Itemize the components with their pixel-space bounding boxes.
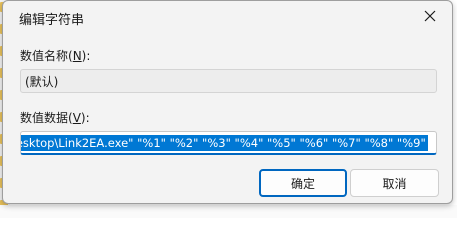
value-data-input[interactable]: Desktop\Link2EA.exe" "%1" "%2" "%3" "%4"… bbox=[20, 131, 437, 155]
value-name-label: 数值名称(N): bbox=[20, 49, 91, 63]
edit-string-dialog: 编辑字符串 数值名称(N): (默认) 数值数据(V): Desktop\Lin… bbox=[2, 0, 453, 204]
value-data-label: 数值数据(V): bbox=[20, 111, 90, 125]
value-name-text: (默认) bbox=[25, 74, 59, 89]
background-window-bottom bbox=[0, 205, 457, 218]
close-button[interactable] bbox=[418, 5, 442, 27]
value-data-selected-text: Desktop\Link2EA.exe" "%1" "%2" "%3" "%4"… bbox=[21, 134, 428, 151]
dialog-title: 编辑字符串 bbox=[19, 13, 85, 28]
ok-button[interactable]: 确定 bbox=[259, 169, 347, 197]
value-name-field[interactable]: (默认) bbox=[20, 69, 437, 93]
cancel-button[interactable]: 取消 bbox=[350, 169, 439, 197]
close-icon bbox=[424, 10, 436, 22]
